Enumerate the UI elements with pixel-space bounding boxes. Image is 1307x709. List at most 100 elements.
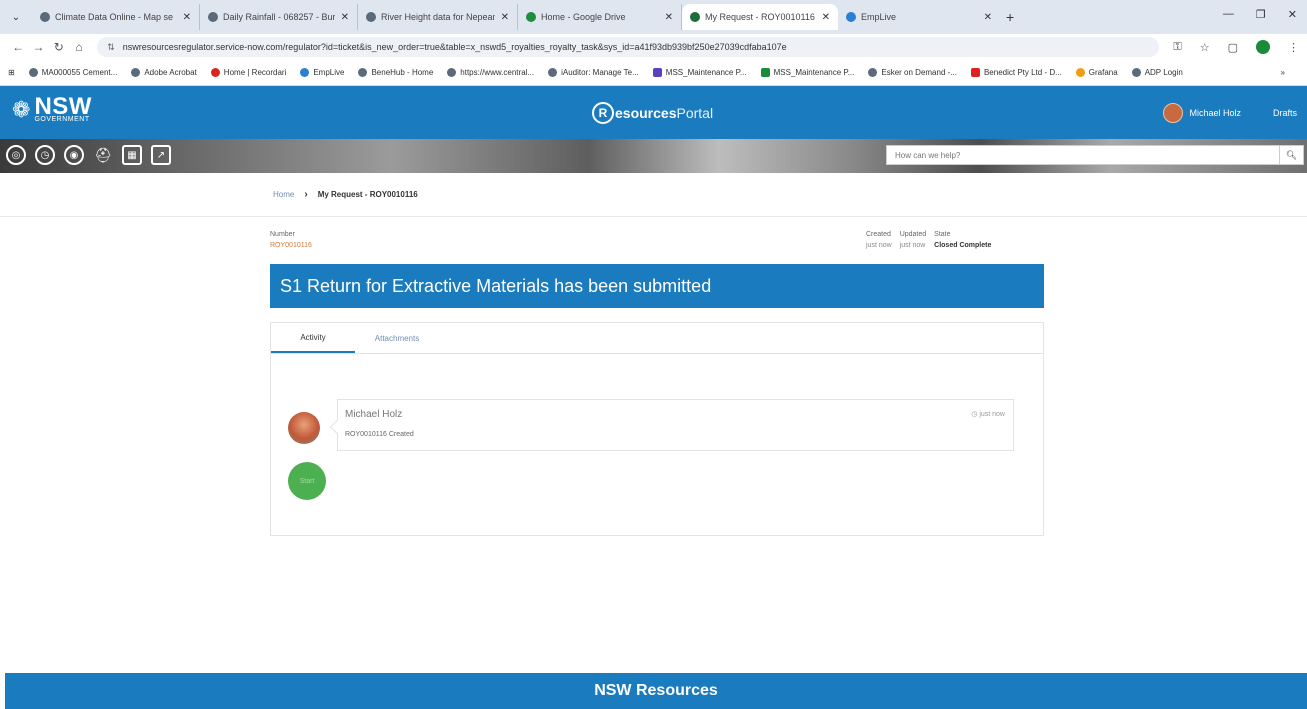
browser-tab[interactable]: Home - Google Drive ✕ bbox=[518, 4, 682, 30]
drafts-link[interactable]: Drafts bbox=[1273, 108, 1297, 118]
request-number: Number ROY0010116 bbox=[270, 229, 312, 251]
breadcrumb-current: My Request - ROY0010116 bbox=[317, 190, 418, 199]
close-tab-icon[interactable]: ✕ bbox=[665, 12, 673, 23]
extensions-icon[interactable]: ▢ bbox=[1228, 41, 1238, 54]
tab-activity[interactable]: Activity bbox=[271, 323, 355, 353]
tab-favicon-icon bbox=[40, 12, 50, 22]
updated-field: Updated just now bbox=[900, 229, 926, 251]
bookmark-item[interactable]: MSS_Maintenance P... bbox=[760, 68, 854, 77]
bookmarks-bar: ⊞ MA000055 Cement... Adobe Acrobat Home … bbox=[0, 60, 1307, 86]
profile-avatar[interactable] bbox=[1256, 40, 1271, 54]
bookmark-item[interactable]: MSS_Maintenance P... bbox=[652, 68, 747, 77]
close-tab-icon[interactable]: ✕ bbox=[501, 12, 509, 23]
tab-strip: ⌄ Climate Data Online - Map se ✕ Daily R… bbox=[0, 0, 1307, 34]
bookmark-item[interactable]: iAuditor: Manage Te... bbox=[548, 68, 639, 77]
tab-attachments[interactable]: Attachments bbox=[355, 323, 439, 353]
target-icon[interactable]: ◉ bbox=[64, 145, 84, 165]
nsw-government-logo[interactable]: ❁ NSW GOVERNMENT bbox=[12, 95, 92, 124]
search-input[interactable] bbox=[887, 150, 1279, 160]
close-tab-icon[interactable]: ✕ bbox=[183, 12, 191, 23]
site-header: ❁ NSW GOVERNMENT R esources Portal Michae… bbox=[0, 86, 1307, 139]
start-marker: Start bbox=[288, 462, 326, 500]
bookmark-favicon-icon bbox=[652, 68, 662, 77]
updated-label: Updated bbox=[899, 231, 927, 238]
bookmark-item[interactable]: BeneHub - Home bbox=[358, 68, 433, 77]
site-footer: NSW Resources bbox=[5, 673, 1307, 709]
quick-link-icon[interactable]: ◎ bbox=[6, 145, 26, 165]
bookmark-star-icon[interactable]: ☆ bbox=[1200, 41, 1210, 54]
entry-pointer bbox=[329, 419, 345, 435]
user-avatar bbox=[1163, 103, 1184, 123]
breadcrumb-home[interactable]: Home bbox=[273, 190, 294, 199]
helmet-icon[interactable]: ⛑ bbox=[93, 145, 113, 165]
browser-tab-active[interactable]: My Request - ROY0010116 - R ✕ bbox=[682, 4, 838, 30]
bookmark-favicon-icon bbox=[760, 68, 770, 77]
bookmark-favicon-icon bbox=[970, 68, 980, 77]
home-icon[interactable]: ⌂ bbox=[69, 40, 89, 54]
state-field: State Closed Complete bbox=[934, 229, 991, 251]
browser-tab[interactable]: EmpLive ✕ bbox=[838, 4, 1000, 30]
address-actions: ⚿ ☆ ▢ ⋮ bbox=[1173, 40, 1299, 54]
activity-user: Michael Holz bbox=[345, 409, 403, 420]
number-value: ROY0010116 bbox=[270, 242, 312, 249]
browser-tab[interactable]: River Height data for Nepean / ✕ bbox=[358, 4, 518, 30]
forward-icon[interactable]: → bbox=[28, 40, 48, 54]
bookmark-item[interactable]: Grafana bbox=[1075, 68, 1118, 77]
bookmark-favicon-icon bbox=[131, 68, 141, 77]
bookmark-item[interactable]: Benedict Pty Ltd - D... bbox=[970, 68, 1062, 77]
window-controls: — ❐ ✕ bbox=[1223, 8, 1297, 21]
browser-tab[interactable]: Climate Data Online - Map se ✕ bbox=[32, 4, 200, 30]
quick-links: ◎ ◷ ◉ ⛑ ▦ ↗ bbox=[6, 145, 171, 165]
breadcrumb: Home › My Request - ROY0010116 bbox=[273, 189, 418, 200]
divider bbox=[0, 216, 1307, 217]
external-link-icon[interactable]: ↗ bbox=[151, 145, 171, 165]
tab-favicon-icon bbox=[690, 12, 700, 22]
number-label: Number bbox=[270, 231, 295, 238]
bookmark-item[interactable]: EmpLive bbox=[300, 68, 344, 77]
apps-grid-icon[interactable]: ⊞ bbox=[8, 68, 15, 77]
clock-icon[interactable]: ◷ bbox=[35, 145, 55, 165]
bookmark-favicon-icon bbox=[210, 68, 220, 77]
bookmark-item[interactable]: MA000055 Cement... bbox=[28, 68, 117, 77]
bookmark-favicon-icon bbox=[868, 68, 878, 77]
minimize-icon[interactable]: — bbox=[1223, 8, 1234, 21]
new-tab-icon[interactable]: + bbox=[1006, 9, 1014, 25]
bookmark-item[interactable]: ADP Login bbox=[1131, 68, 1183, 77]
close-tab-icon[interactable]: ✕ bbox=[984, 12, 992, 23]
restore-icon[interactable]: ❐ bbox=[1256, 8, 1266, 21]
site-info-icon[interactable]: ⇅ bbox=[107, 42, 115, 53]
bookmark-item[interactable]: Adobe Acrobat bbox=[131, 68, 197, 77]
browser-chrome: ⌄ Climate Data Online - Map se ✕ Daily R… bbox=[0, 0, 1307, 86]
address-bar[interactable]: ⇅ nswresourcesregulator.service-now.com/… bbox=[97, 37, 1160, 57]
close-window-icon[interactable]: ✕ bbox=[1288, 8, 1297, 21]
user-menu[interactable]: Michael Holz bbox=[1163, 103, 1241, 123]
bookmark-favicon-icon bbox=[1075, 68, 1085, 77]
more-bookmarks[interactable]: » bbox=[1281, 68, 1285, 77]
state-value: Closed Complete bbox=[934, 242, 992, 249]
bookmark-item[interactable]: Home | Recordari bbox=[210, 68, 286, 77]
created-value: just now bbox=[866, 242, 892, 249]
user-name: Michael Holz bbox=[1189, 108, 1241, 118]
password-key-icon[interactable]: ⚿ bbox=[1173, 41, 1181, 54]
reload-icon[interactable]: ↻ bbox=[49, 40, 69, 54]
search-icon[interactable]: 🔍︎ bbox=[1279, 146, 1303, 164]
created-field: Created just now bbox=[866, 229, 892, 251]
google-drive-icon bbox=[526, 12, 536, 22]
activity-message: ROY0010116 Created bbox=[345, 431, 414, 438]
search-box: 🔍︎ bbox=[886, 145, 1304, 165]
calculator-icon[interactable]: ▦ bbox=[122, 145, 142, 165]
menu-kebab-icon[interactable]: ⋮ bbox=[1288, 41, 1299, 54]
updated-value: just now bbox=[899, 242, 926, 249]
bookmark-item[interactable]: Esker on Demand -... bbox=[868, 68, 957, 77]
close-tab-icon[interactable]: ✕ bbox=[822, 12, 830, 23]
resources-portal-logo[interactable]: R esources Portal bbox=[592, 102, 713, 124]
browser-tab[interactable]: Daily Rainfall - 068257 - Burea ✕ bbox=[200, 4, 358, 30]
bookmark-favicon-icon bbox=[447, 68, 457, 77]
address-row: ← → ↻ ⌂ ⇅ nswresourcesregulator.service-… bbox=[0, 34, 1307, 60]
tab-search-dropdown-icon[interactable]: ⌄ bbox=[6, 7, 26, 27]
close-tab-icon[interactable]: ✕ bbox=[341, 12, 349, 23]
tab-favicon-icon bbox=[846, 12, 856, 22]
activity-time: ◷ just now bbox=[971, 410, 1005, 419]
back-icon[interactable]: ← bbox=[8, 40, 28, 54]
bookmark-item[interactable]: https://www.central... bbox=[447, 68, 534, 77]
